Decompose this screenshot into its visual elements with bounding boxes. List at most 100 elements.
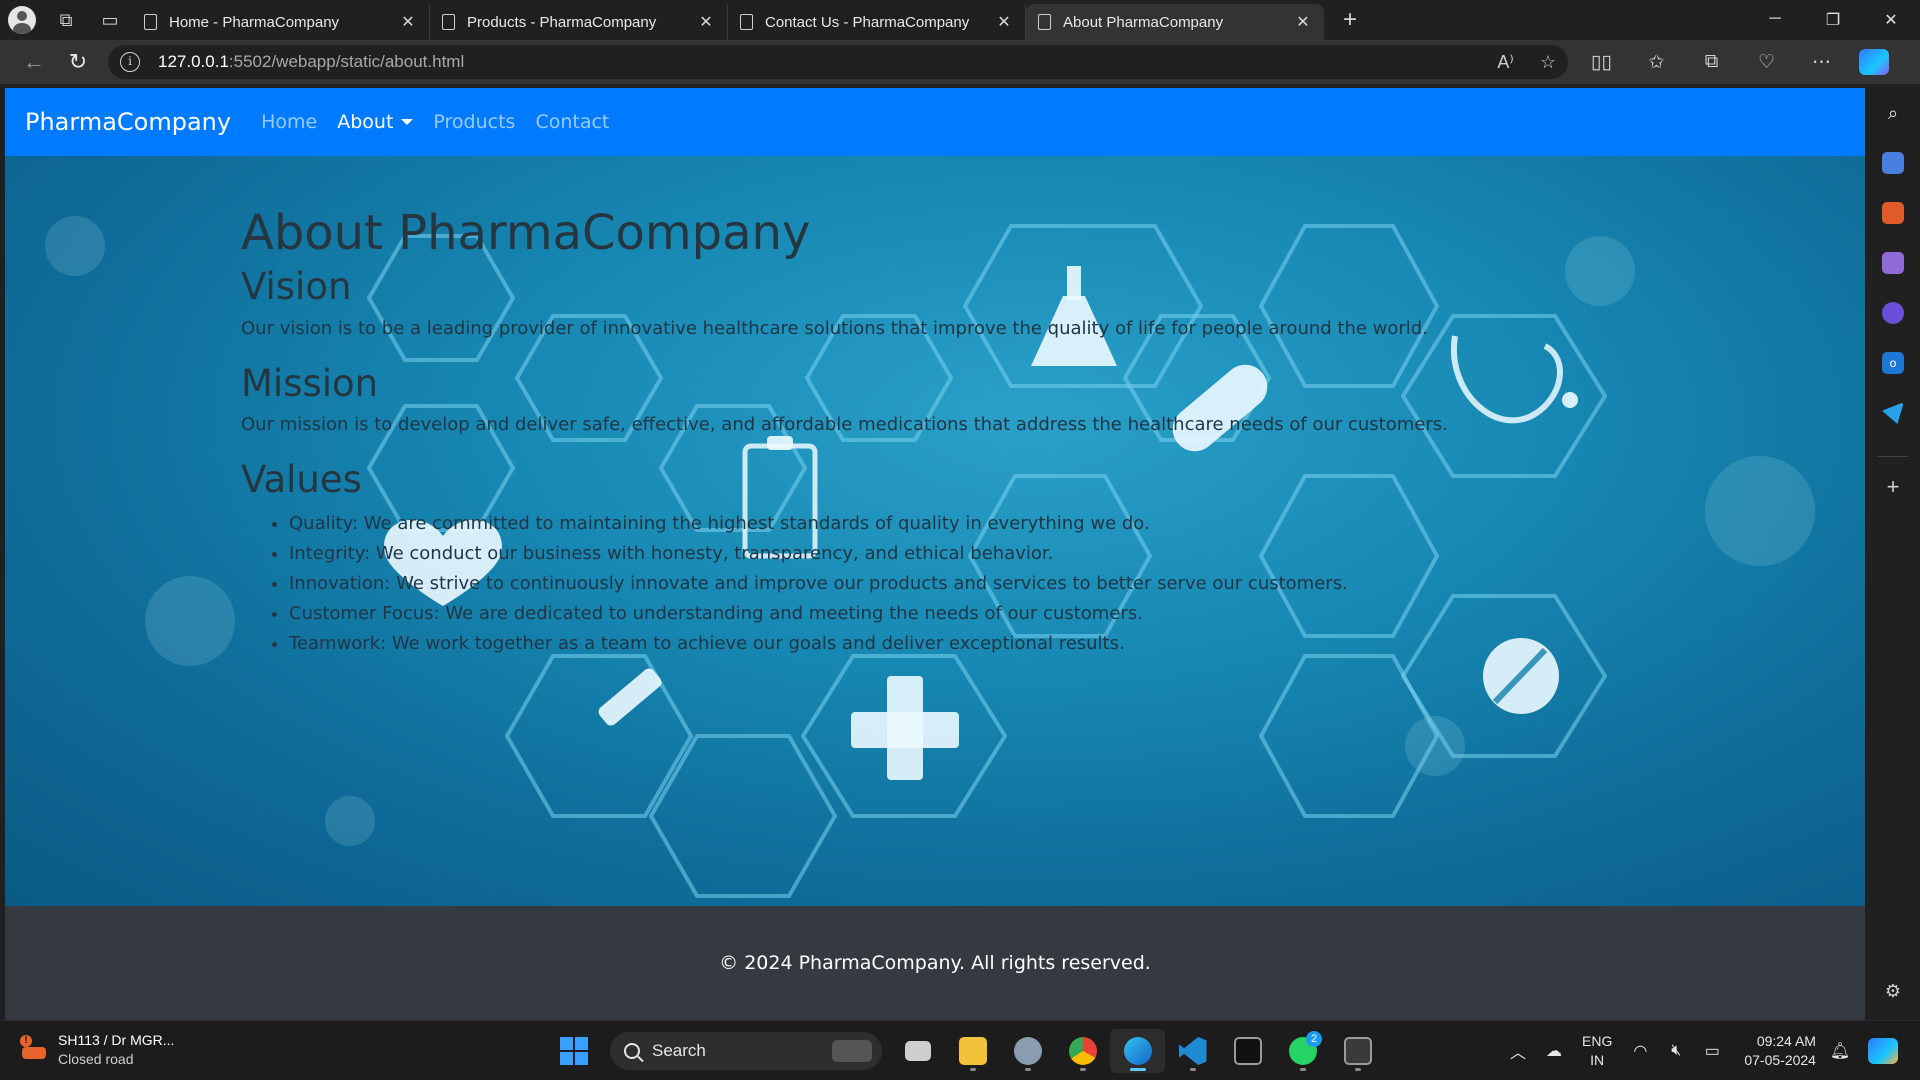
copilot-icon[interactable] [1859, 49, 1889, 75]
close-window-icon[interactable]: ✕ [1862, 10, 1920, 30]
list-item: Teamwork: We work together as a team to … [289, 629, 1541, 659]
favorites-icon[interactable]: ✩ [1629, 51, 1684, 74]
copyright-text: © 2024 PharmaCompany. All rights reserve… [719, 952, 1151, 974]
new-tab-icon[interactable]: + [1330, 6, 1370, 34]
lang-region: IN [1590, 1052, 1605, 1068]
copilot-taskbar-icon[interactable] [1867, 1038, 1898, 1064]
navbar-brand[interactable]: PharmaCompany [25, 108, 231, 136]
search-highlight-icon [832, 1040, 872, 1062]
mission-text: Our mission is to develop and deliver sa… [241, 414, 1448, 436]
page-viewport: PharmaCompany Home About Products Contac… [5, 88, 1865, 1020]
nav-about-dropdown[interactable]: About [337, 111, 414, 133]
lang-code: ENG [1582, 1033, 1613, 1049]
url-bar[interactable]: i 127.0.0.1:5502/webapp/static/about.htm… [108, 45, 1568, 79]
window-controls: ─ ❐ ✕ [1746, 10, 1920, 30]
car-alert-icon [20, 1035, 48, 1063]
onedrive-cloud-icon[interactable]: ☁ [1536, 1041, 1572, 1061]
split-screen-icon[interactable]: ▯▯ [1574, 51, 1629, 74]
traffic-widget[interactable]: SH113 / Dr MGR... Closed road [20, 1031, 174, 1069]
traffic-title: SH113 / Dr MGR... [58, 1032, 175, 1048]
tab-title: Contact Us - PharmaCompany [765, 13, 970, 31]
clock[interactable]: 09:24 AM 07-05-2024 [1744, 1032, 1816, 1070]
refresh-icon[interactable]: ↻ [56, 49, 100, 75]
input-language[interactable]: ENG IN [1582, 1032, 1612, 1070]
tab-about[interactable]: About PharmaCompany ✕ [1026, 4, 1324, 40]
clock-time: 09:24 AM [1756, 1033, 1816, 1049]
back-icon[interactable]: ← [12, 49, 56, 75]
vscode-icon[interactable] [1165, 1029, 1220, 1073]
tab-contact[interactable]: Contact Us - PharmaCompany ✕ [728, 4, 1026, 40]
browser-essentials-icon[interactable]: ♡ [1739, 51, 1794, 74]
profile-avatar-icon[interactable] [0, 0, 44, 40]
vision-heading: Vision [241, 265, 352, 309]
more-menu-icon[interactable]: ⋯ [1794, 51, 1849, 74]
favorite-star-icon[interactable]: ☆ [1540, 52, 1556, 73]
restore-icon[interactable]: ❐ [1804, 10, 1862, 30]
speaker-muted-icon[interactable]: 🔇︎ [1658, 1042, 1694, 1060]
battery-icon[interactable]: ▭ [1694, 1041, 1730, 1061]
whatsapp-icon[interactable]: 2 [1275, 1029, 1330, 1073]
taskbar-search[interactable]: Search [610, 1032, 882, 1070]
traffic-status: Closed road [58, 1051, 134, 1067]
list-item: Quality: We are committed to maintaining… [289, 509, 1541, 539]
shopping-tag-icon[interactable] [1882, 152, 1904, 174]
send-icon[interactable] [1882, 402, 1904, 424]
minimize-icon[interactable]: ─ [1746, 10, 1804, 30]
notification-bell-icon[interactable]: 🔔︎ [1822, 1041, 1858, 1061]
taskbar-apps: Search 2 [552, 1029, 1385, 1073]
url-path: :5502/webapp/static/about.html [228, 52, 465, 71]
task-view-icon[interactable] [890, 1029, 945, 1073]
tools-icon[interactable] [1882, 202, 1904, 224]
edge-sidebar: ⌕ o + ⚙ [1866, 84, 1920, 1020]
tab-products[interactable]: Products - PharmaCompany ✕ [430, 4, 728, 40]
sidebar-divider [1878, 456, 1908, 457]
mission-heading: Mission [241, 361, 379, 405]
close-tab-icon[interactable]: ✕ [697, 12, 715, 32]
read-aloud-icon[interactable]: A⁾ [1497, 52, 1513, 73]
notification-badge: 2 [1306, 1031, 1322, 1047]
nav-about-label: About [337, 111, 394, 133]
edge-icon[interactable] [1110, 1029, 1165, 1073]
settings-app-icon[interactable] [1000, 1029, 1055, 1073]
wifi-icon[interactable]: ◠ [1622, 1041, 1658, 1061]
site-navbar: PharmaCompany Home About Products Contac… [5, 88, 1865, 156]
nav-contact-link[interactable]: Contact [535, 111, 609, 133]
close-tab-icon[interactable]: ✕ [399, 12, 417, 32]
browser-tab-bar: ⧉ ▭ Home - PharmaCompany ✕ Products - Ph… [0, 0, 1920, 40]
tab-title: Products - PharmaCompany [467, 13, 657, 31]
search-icon [624, 1043, 640, 1059]
close-tab-icon[interactable]: ✕ [1294, 12, 1312, 32]
vertical-tabs-icon[interactable]: ▭ [88, 0, 132, 40]
copilot-sidebar-icon[interactable] [1882, 302, 1904, 324]
page-title: About PharmaCompany [241, 205, 811, 261]
page-icon [740, 14, 753, 30]
file-explorer-icon[interactable] [945, 1029, 1000, 1073]
url-host: 127.0.0.1 [158, 52, 229, 71]
windows-taskbar: SH113 / Dr MGR... Closed road Search 2 ︿… [0, 1020, 1920, 1080]
site-info-icon[interactable]: i [120, 52, 140, 72]
outlook-icon[interactable]: o [1882, 352, 1904, 374]
close-tab-icon[interactable]: ✕ [995, 12, 1013, 32]
nav-home-link[interactable]: Home [261, 111, 317, 133]
values-heading: Values [241, 458, 362, 502]
tab-home[interactable]: Home - PharmaCompany ✕ [132, 4, 430, 40]
vision-text: Our vision is to be a leading provider o… [241, 317, 1428, 339]
games-icon[interactable] [1882, 252, 1904, 274]
sidebar-search-icon[interactable]: ⌕ [1882, 102, 1904, 124]
terminal-window-icon[interactable] [1220, 1029, 1275, 1073]
workspaces-icon[interactable]: ⧉ [44, 0, 88, 40]
add-sidebar-app-icon[interactable]: + [1882, 474, 1904, 499]
list-item: Customer Focus: We are dedicated to unde… [289, 599, 1541, 629]
page-icon [144, 14, 157, 30]
search-label: Search [652, 1041, 706, 1060]
command-prompt-icon[interactable] [1330, 1029, 1385, 1073]
list-item: Integrity: We conduct our business with … [289, 539, 1541, 569]
nav-products-link[interactable]: Products [433, 111, 515, 133]
chrome-icon[interactable] [1055, 1029, 1110, 1073]
collections-icon[interactable]: ⧉ [1684, 51, 1739, 74]
windows-start-icon[interactable] [552, 1029, 596, 1073]
page-icon [1038, 14, 1051, 30]
sidebar-settings-icon[interactable]: ⚙ [1882, 980, 1904, 1002]
site-footer: © 2024 PharmaCompany. All rights reserve… [5, 906, 1865, 1020]
chevron-up-icon[interactable]: ︿ [1500, 1039, 1536, 1063]
